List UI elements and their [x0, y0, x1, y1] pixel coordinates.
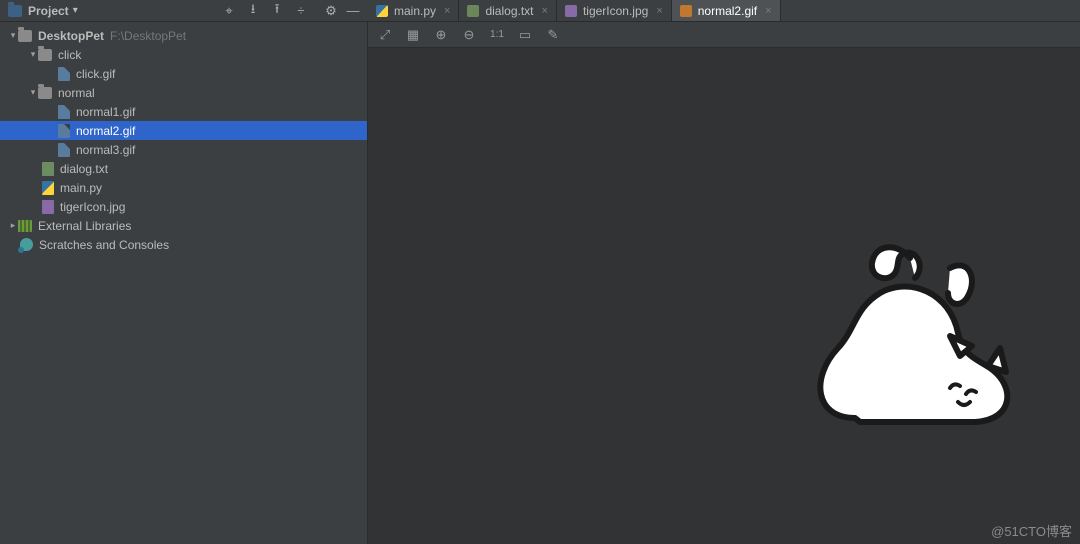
fit-icon[interactable]: ⤢ [378, 27, 392, 43]
actual-size-icon[interactable]: 1:1 [490, 29, 504, 40]
gif-file-icon [680, 5, 692, 17]
collapse-all-icon[interactable]: ⭱ [270, 0, 284, 22]
tree-label: normal3.gif [76, 143, 135, 157]
locate-icon[interactable]: ⌖ [222, 3, 236, 19]
tree-file-click-gif[interactable]: click.gif [0, 64, 367, 83]
tree-label: External Libraries [38, 219, 131, 233]
tab-label: dialog.txt [485, 4, 533, 18]
project-tool-header: Project ▾ ⌖ ⭳ ⭱ ÷ ⚙ — [0, 0, 368, 21]
tree-file-normal1[interactable]: normal1.gif [0, 102, 367, 121]
folder-icon [18, 30, 32, 42]
zoom-out-icon[interactable]: ⊖ [462, 27, 476, 43]
text-file-icon [42, 162, 54, 176]
folder-icon [38, 87, 52, 99]
tab-label: main.py [394, 4, 436, 18]
zoom-in-icon[interactable]: ⊕ [434, 27, 448, 43]
preview-image [800, 238, 1020, 438]
tab-label: normal2.gif [698, 4, 757, 18]
chevron-down-icon[interactable]: ▾ [28, 87, 38, 98]
top-bar: Project ▾ ⌖ ⭳ ⭱ ÷ ⚙ — main.py × dialo [0, 0, 1080, 22]
close-icon[interactable]: × [542, 5, 548, 17]
close-icon[interactable]: × [656, 5, 662, 17]
tree-external-libraries[interactable]: ▸ External Libraries [0, 216, 367, 235]
tree-label: tigerIcon.jpg [60, 200, 125, 214]
project-tree[interactable]: ▾ DesktopPet F:\DesktopPet ▾ click click… [0, 22, 367, 544]
watermark: @51CTO博客 [991, 521, 1072, 540]
tree-label: Scratches and Consoles [39, 238, 169, 252]
gif-file-icon [58, 105, 70, 119]
editor-area: ⤢ ▦ ⊕ ⊖ 1:1 ▭ ✎ [368, 22, 1080, 544]
tree-label: click.gif [76, 67, 115, 81]
python-file-icon [42, 181, 54, 195]
project-dropdown-icon[interactable]: ▾ [73, 5, 78, 16]
editor-tabs: main.py × dialog.txt × tigerIcon.jpg × n… [368, 0, 1080, 21]
tab-normal2-gif[interactable]: normal2.gif × [672, 0, 781, 21]
close-icon[interactable]: × [444, 5, 450, 17]
tree-folder-click[interactable]: ▾ click [0, 45, 367, 64]
gear-icon[interactable]: ⚙ [324, 3, 338, 19]
project-sidebar: ▾ DesktopPet F:\DesktopPet ▾ click click… [0, 22, 368, 544]
tab-tigericon-jpg[interactable]: tigerIcon.jpg × [557, 0, 672, 21]
tree-root[interactable]: ▾ DesktopPet F:\DesktopPet [0, 26, 367, 45]
tree-label: normal [58, 86, 95, 100]
text-file-icon [467, 5, 479, 17]
libraries-icon [18, 220, 32, 232]
image-canvas[interactable]: @51CTO博客 [368, 48, 1080, 544]
tree-file-tigericon[interactable]: tigerIcon.jpg [0, 197, 367, 216]
tree-label: main.py [60, 181, 102, 195]
tree-file-main[interactable]: main.py [0, 178, 367, 197]
color-picker-icon[interactable]: ✎ [546, 27, 560, 43]
project-header-tools-2: ⚙ — [324, 3, 360, 19]
tree-file-normal2[interactable]: normal2.gif [0, 121, 367, 140]
chevron-down-icon[interactable]: ▾ [8, 30, 18, 41]
gif-file-icon [58, 124, 70, 138]
expand-all-icon[interactable]: ⭳ [246, 0, 260, 22]
project-folder-icon [8, 5, 22, 17]
gif-file-icon [58, 67, 70, 81]
tree-label: dialog.txt [60, 162, 108, 176]
divide-icon[interactable]: ÷ [294, 3, 308, 18]
tree-label: normal2.gif [76, 124, 135, 138]
chevron-right-icon[interactable]: ▸ [8, 220, 18, 231]
grid-icon[interactable]: ▦ [406, 27, 420, 43]
image-file-icon [565, 5, 577, 17]
tree-scratches[interactable]: Scratches and Consoles [0, 235, 367, 254]
scratches-icon [20, 238, 33, 251]
tree-label: normal1.gif [76, 105, 135, 119]
close-icon[interactable]: × [765, 5, 771, 17]
tab-main-py[interactable]: main.py × [368, 0, 459, 21]
tab-label: tigerIcon.jpg [583, 4, 648, 18]
python-file-icon [376, 5, 388, 17]
gif-file-icon [58, 143, 70, 157]
tree-folder-normal[interactable]: ▾ normal [0, 83, 367, 102]
tree-label: click [58, 48, 81, 62]
tree-root-label: DesktopPet [38, 29, 104, 43]
image-viewer-toolbar: ⤢ ▦ ⊕ ⊖ 1:1 ▭ ✎ [368, 22, 1080, 48]
background-icon[interactable]: ▭ [518, 27, 532, 43]
tree-root-path: F:\DesktopPet [110, 29, 186, 43]
tree-file-dialog[interactable]: dialog.txt [0, 159, 367, 178]
hide-panel-icon[interactable]: — [346, 3, 360, 18]
project-header-tools: ⌖ ⭳ ⭱ ÷ [222, 0, 308, 22]
tab-dialog-txt[interactable]: dialog.txt × [459, 0, 556, 21]
chevron-down-icon[interactable]: ▾ [28, 49, 38, 60]
project-label[interactable]: Project [28, 4, 69, 18]
folder-icon [38, 49, 52, 61]
tree-file-normal3[interactable]: normal3.gif [0, 140, 367, 159]
image-file-icon [42, 200, 54, 214]
